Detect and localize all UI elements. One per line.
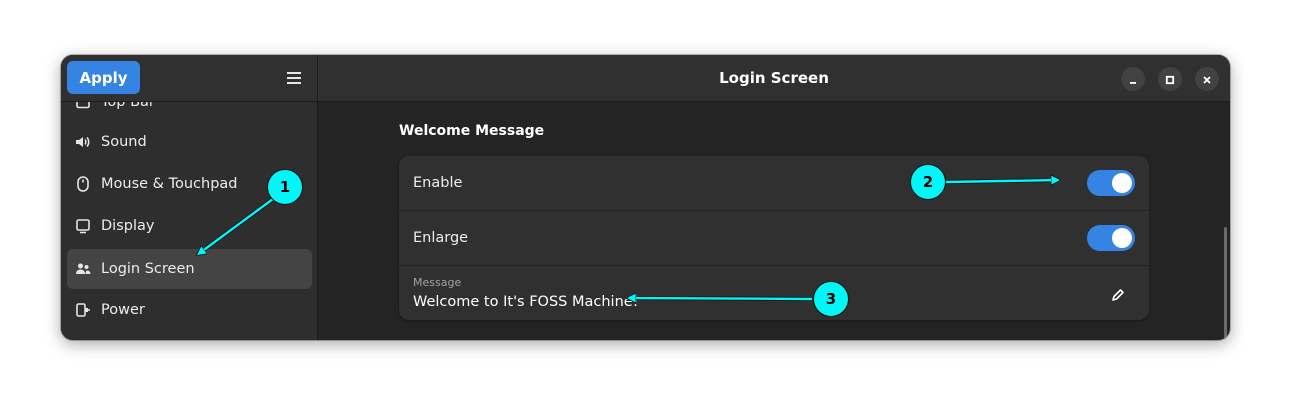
enable-switch[interactable] — [1087, 170, 1135, 196]
pencil-icon — [1111, 287, 1125, 306]
annotation-badge-3: 3 — [813, 281, 849, 317]
mouse-icon — [75, 176, 91, 192]
enlarge-label: Enlarge — [413, 230, 469, 246]
main-content: Welcome Message Enable Enlarge Message W… — [318, 102, 1230, 340]
speaker-icon — [75, 134, 91, 150]
page-title: Login Screen — [719, 69, 829, 87]
display-icon — [75, 218, 91, 234]
annotation-badge-2: 2 — [910, 164, 946, 200]
message-row[interactable]: Message Welcome to It's FOSS Machine! — [399, 266, 1149, 320]
message-label: Message — [413, 276, 462, 289]
sidebar-item-power[interactable]: Power — [67, 290, 312, 330]
scrollbar[interactable] — [1224, 227, 1227, 340]
hamburger-menu-icon — [287, 69, 301, 88]
message-value: Welcome to It's FOSS Machine! — [413, 294, 639, 310]
sidebar-item-label: Mouse & Touchpad — [101, 176, 238, 192]
header-bar: Login Screen — [318, 55, 1230, 102]
enlarge-row[interactable]: Enlarge — [399, 211, 1149, 266]
apply-button[interactable]: Apply — [67, 61, 140, 94]
switch-knob — [1112, 228, 1132, 248]
enlarge-switch[interactable] — [1087, 225, 1135, 251]
minimize-icon — [1128, 70, 1138, 89]
enable-label: Enable — [413, 175, 463, 191]
switch-knob — [1112, 173, 1132, 193]
enable-row[interactable]: Enable — [399, 156, 1149, 211]
power-plug-icon — [75, 302, 91, 318]
sidebar-item-login-screen[interactable]: Login Screen — [67, 249, 312, 289]
minimize-button[interactable] — [1121, 67, 1145, 91]
sidebar-item-display[interactable]: Display — [67, 206, 312, 246]
hamburger-menu-button[interactable] — [281, 66, 307, 90]
sidebar-item-label: Sound — [101, 134, 147, 150]
users-icon — [75, 261, 91, 277]
section-title: Welcome Message — [399, 123, 545, 139]
maximize-icon — [1165, 70, 1175, 89]
sidebar-item-sound[interactable]: Sound — [67, 122, 312, 162]
edit-message-button[interactable] — [1106, 284, 1130, 308]
sidebar-item-label: Login Screen — [101, 261, 195, 277]
maximize-button[interactable] — [1158, 67, 1182, 91]
close-icon — [1202, 70, 1212, 89]
sidebar-header: Apply — [61, 55, 317, 102]
app-window: Top Bar Sound Mouse & Touchpad Display L… — [61, 55, 1230, 340]
sidebar-item-label: Power — [101, 302, 145, 318]
welcome-message-card: Enable Enlarge Message Welcome to It's F… — [399, 156, 1149, 320]
annotation-badge-1: 1 — [267, 169, 303, 205]
sidebar-item-label: Display — [101, 218, 155, 234]
close-button[interactable] — [1195, 67, 1219, 91]
